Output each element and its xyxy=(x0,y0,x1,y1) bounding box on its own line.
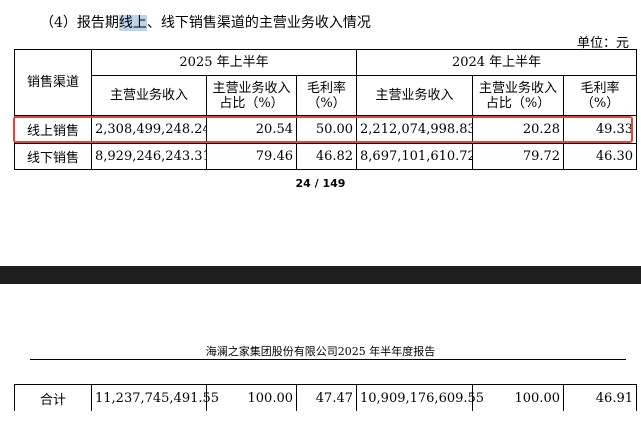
share-2024-cell: 79.72 xyxy=(472,143,565,170)
share-header-line2: 占比（%） xyxy=(219,95,284,111)
margin-2025-cell: 47.47 xyxy=(296,384,357,411)
period-2024-header: 2024 年上半年 xyxy=(356,49,638,76)
channel-cell: 合计 xyxy=(14,384,92,411)
share-2024-header: 主营业务收入 占比（%） xyxy=(472,75,565,116)
margin-header-line1: 毛利率 xyxy=(307,80,347,96)
margin-2024-cell: 49.33 xyxy=(563,115,638,144)
channel-cell: 线下销售 xyxy=(14,143,92,170)
sales-channel-table-continued: 合计 11,237,745,491.55 100.00 47.47 10,909… xyxy=(14,384,637,411)
revenue-2025-cell: 11,237,745,491.55 xyxy=(91,384,219,411)
margin-header-line1: 毛利率 xyxy=(580,80,620,96)
page-separator xyxy=(0,266,641,284)
revenue-2025-header: 主营业务收入 xyxy=(91,75,207,116)
margin-2024-cell: 46.30 xyxy=(563,143,638,170)
revenue-2025-cell: 2,308,499,248.24 xyxy=(91,115,207,144)
table-row-online: 线上销售 2,308,499,248.24 20.54 50.00 2,212,… xyxy=(14,115,638,144)
share-2025-cell: 100.00 xyxy=(206,384,297,411)
table-row-offline: 线下销售 8,929,246,243.31 79.46 46.82 8,697,… xyxy=(14,143,638,170)
margin-2025-header: 毛利率 （%） xyxy=(295,75,358,116)
revenue-2024-cell: 10,909,176,609.55 xyxy=(356,384,484,411)
channel-cell: 线上销售 xyxy=(14,115,92,144)
share-header-line1: 主营业务收入 xyxy=(212,80,291,96)
page-number: 24 / 149 xyxy=(295,177,346,190)
sales-channel-table: 销售渠道 2025 年上半年 2024 年上半年 主营业务收入 主营业务收入 占比… xyxy=(14,49,638,170)
revenue-2024-cell: 2,212,074,998.83 xyxy=(356,115,474,144)
share-header-line2: 占比（%） xyxy=(485,95,551,111)
margin-2025-cell: 50.00 xyxy=(295,115,358,144)
share-2024-cell: 20.28 xyxy=(472,115,565,144)
header-divider xyxy=(30,359,626,360)
period-2025-header: 2025 年上半年 xyxy=(90,49,358,76)
share-2024-cell: 100.00 xyxy=(472,384,564,411)
selected-text[interactable]: 线上 xyxy=(118,15,147,31)
margin-header-line2: （%） xyxy=(307,95,346,111)
share-2025-cell: 79.46 xyxy=(206,143,297,170)
heading-prefix: （4）报告期 xyxy=(40,15,119,31)
document-page-upper: （4）报告期线上、线下销售渠道的主营业务收入情况 单位：元 销售渠道 2025 … xyxy=(0,0,641,266)
section-heading: （4）报告期线上、线下销售渠道的主营业务收入情况 xyxy=(40,12,371,32)
channel-header: 销售渠道 xyxy=(14,49,92,116)
report-running-header: 海澜之家集团股份有限公司2025 年半年度报告 xyxy=(205,345,436,358)
margin-2025-cell: 46.82 xyxy=(295,143,358,170)
table-row-total: 合计 11,237,745,491.55 100.00 47.47 10,909… xyxy=(14,384,637,411)
revenue-2024-cell: 8,697,101,610.72 xyxy=(356,143,474,170)
share-2025-cell: 20.54 xyxy=(206,115,297,144)
margin-2024-cell: 46.91 xyxy=(563,384,637,411)
margin-2024-header: 毛利率 （%） xyxy=(563,75,638,116)
revenue-2025-cell: 8,929,246,243.31 xyxy=(91,143,207,170)
revenue-2024-header: 主营业务收入 xyxy=(356,75,474,116)
margin-header-line2: （%） xyxy=(580,95,620,111)
share-header-line1: 主营业务收入 xyxy=(479,80,558,96)
share-2025-header: 主营业务收入 占比（%） xyxy=(206,75,297,116)
heading-suffix: 、线下销售渠道的主营业务收入情况 xyxy=(146,15,371,31)
